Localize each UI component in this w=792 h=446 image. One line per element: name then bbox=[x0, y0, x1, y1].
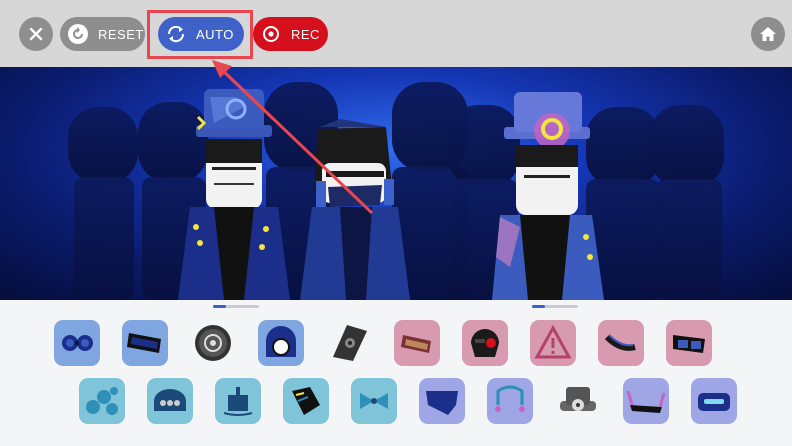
mask-icon[interactable] bbox=[462, 320, 508, 366]
top-hat-icon[interactable] bbox=[555, 378, 601, 424]
headphones-icon[interactable] bbox=[487, 378, 533, 424]
diamond-mask-icon[interactable] bbox=[326, 320, 372, 366]
glove-icon[interactable] bbox=[283, 378, 329, 424]
horns-icon[interactable] bbox=[623, 378, 669, 424]
annotation-arrowhead bbox=[212, 60, 277, 120]
silhouette-slot-1[interactable] bbox=[68, 107, 138, 300]
shades-icon[interactable] bbox=[666, 320, 712, 366]
visor-icon[interactable] bbox=[122, 320, 168, 366]
speaker-icon[interactable] bbox=[190, 320, 236, 366]
bow-icon[interactable] bbox=[351, 378, 397, 424]
camera-icon[interactable] bbox=[215, 378, 261, 424]
page-indicator-left bbox=[213, 305, 259, 308]
silhouette-slot-7[interactable] bbox=[650, 105, 724, 300]
sound-tray bbox=[0, 300, 792, 446]
goggles-icon[interactable] bbox=[54, 320, 100, 366]
glasses-box-icon[interactable] bbox=[394, 320, 440, 366]
warning-icon[interactable] bbox=[530, 320, 576, 366]
headset-icon[interactable] bbox=[598, 320, 644, 366]
scarf-icon[interactable] bbox=[419, 378, 465, 424]
bubbles-icon[interactable] bbox=[79, 378, 125, 424]
page-indicator-right bbox=[532, 305, 578, 308]
dome-hat-icon[interactable] bbox=[147, 378, 193, 424]
helmet-icon[interactable] bbox=[258, 320, 304, 366]
led-visor-icon[interactable] bbox=[691, 378, 737, 424]
